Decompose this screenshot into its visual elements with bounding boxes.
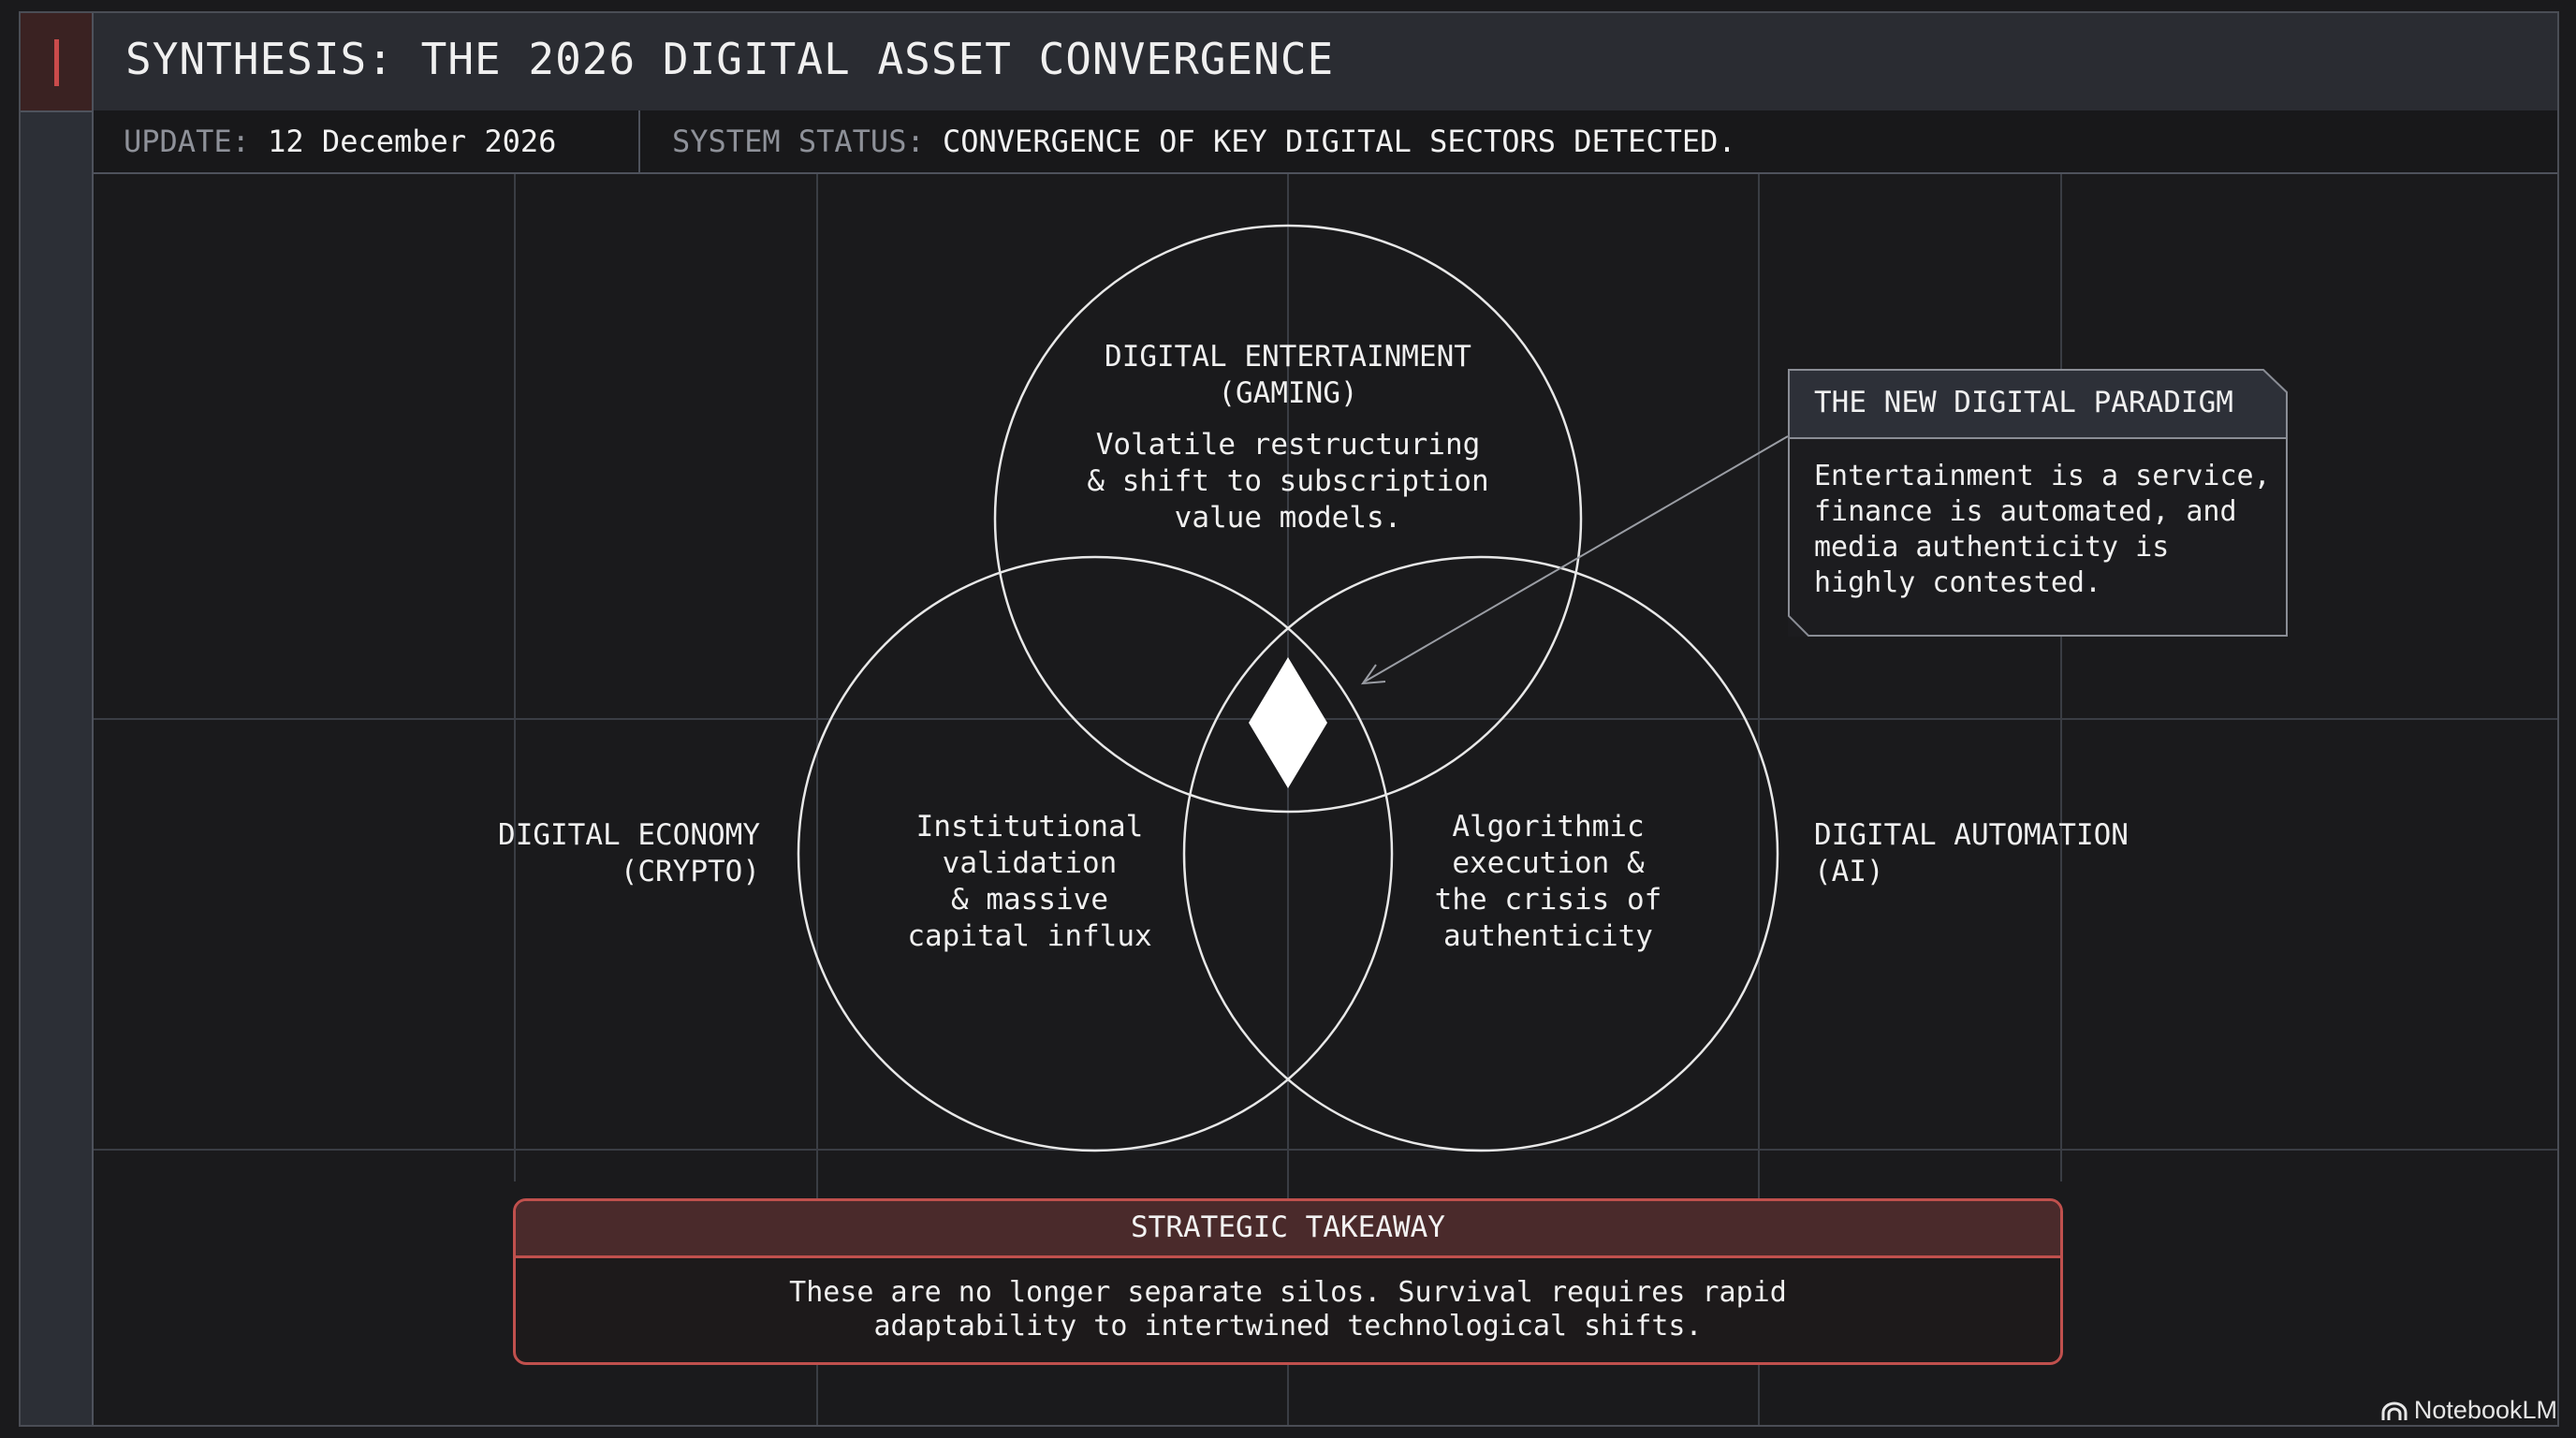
callout-line: finance is automated, and <box>1814 495 2237 528</box>
takeaway-header: STRATEGIC TAKEAWAY <box>516 1201 2060 1258</box>
callout-title: THE NEW DIGITAL PARADIGM <box>1814 386 2233 419</box>
automation-desc-line: Algorithmic <box>1452 810 1645 844</box>
takeaway-line: adaptability to intertwined technologica… <box>873 1310 1703 1343</box>
automation-description: Algorithmic execution & the crisis of au… <box>1435 809 1662 955</box>
automation-label-line: DIGITAL AUTOMATION <box>1814 818 2129 852</box>
economy-desc-line: Institutional <box>915 810 1144 844</box>
automation-desc-line: authenticity <box>1443 919 1653 953</box>
callout-header: THE NEW DIGITAL PARADIGM <box>1788 369 2288 438</box>
takeaway-body: These are no longer separate silos. Surv… <box>516 1276 2060 1343</box>
economy-desc-line: validation <box>942 846 1118 880</box>
callout-line: highly contested. <box>1814 566 2102 599</box>
callout-line: Entertainment is a service, <box>1814 460 2271 492</box>
callout-line: media authenticity is <box>1814 531 2170 564</box>
automation-label: DIGITAL AUTOMATION (AI) <box>1814 817 2129 890</box>
callout-text: Entertainment is a service, finance is a… <box>1814 459 2271 601</box>
automation-desc-line: the crisis of <box>1434 883 1662 917</box>
entertainment-desc-line: value models. <box>1174 501 1402 535</box>
economy-description: Institutional validation & massive capit… <box>907 809 1151 955</box>
paradigm-callout: THE NEW DIGITAL PARADIGM Entertainment i… <box>1788 369 2288 637</box>
economy-label-line: (CRYPTO) <box>620 855 760 888</box>
entertainment-title: DIGITAL ENTERTAINMENT (GAMING) <box>1105 339 1471 412</box>
economy-label-line: DIGITAL ECONOMY <box>498 818 760 852</box>
diamond-icon <box>1249 657 1327 788</box>
entertainment-description: Volatile restructuring & shift to subscr… <box>1087 427 1488 536</box>
automation-desc-line: execution & <box>1452 846 1645 880</box>
callout-body: Entertainment is a service, finance is a… <box>1788 438 2288 637</box>
automation-label-line: (AI) <box>1814 855 1884 888</box>
brand-name: NotebookLM <box>2413 1396 2557 1424</box>
brand-watermark: NotebookLM <box>2380 1396 2557 1425</box>
notebooklm-logo-icon <box>2381 1401 2408 1420</box>
economy-label: DIGITAL ECONOMY (CRYPTO) <box>498 817 760 890</box>
entertainment-title-line: (GAMING) <box>1218 376 1358 410</box>
entertainment-desc-line: & shift to subscription <box>1087 464 1489 498</box>
entertainment-desc-line: Volatile restructuring <box>1095 428 1481 462</box>
economy-desc-line: capital influx <box>907 919 1152 953</box>
takeaway-line: These are no longer separate silos. Surv… <box>789 1276 1787 1309</box>
strategic-takeaway-panel: STRATEGIC TAKEAWAY These are no longer s… <box>513 1198 2063 1365</box>
entertainment-title-line: DIGITAL ENTERTAINMENT <box>1105 340 1471 374</box>
economy-desc-line: & massive <box>951 883 1108 917</box>
takeaway-title: STRATEGIC TAKEAWAY <box>1131 1211 1445 1244</box>
